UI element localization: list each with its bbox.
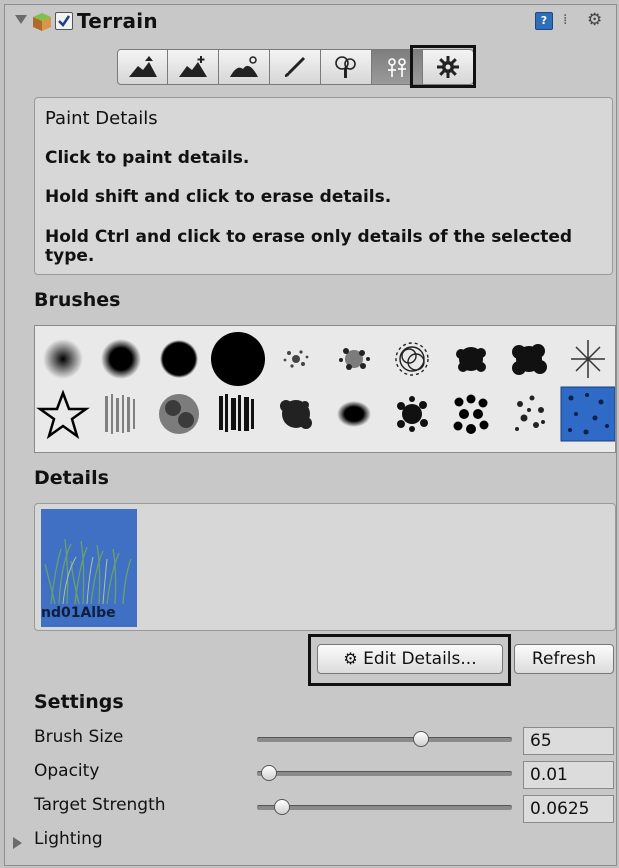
help-box: Paint Details Click to paint details. Ho… — [34, 97, 613, 275]
brush-scatter[interactable] — [515, 395, 545, 432]
brush-spatter-dense[interactable] — [339, 348, 370, 370]
brushes-label: Brushes — [34, 289, 121, 311]
refresh-button[interactable]: Refresh — [514, 644, 614, 674]
brush-noise[interactable] — [159, 394, 199, 434]
brush-streaks-dark[interactable] — [219, 394, 254, 432]
brush-dots[interactable] — [453, 394, 489, 435]
brush-leafy[interactable] — [456, 347, 486, 372]
details-list: nd01Albe — [34, 503, 616, 631]
target-strength-field[interactable]: 0.0625 — [523, 795, 614, 823]
brush-size-field[interactable]: 65 — [523, 727, 614, 755]
flower-icon — [388, 58, 406, 77]
target-strength-slider[interactable] — [257, 799, 512, 815]
help-line: Hold Ctrl and click to erase only detail… — [45, 227, 573, 266]
brush-size-slider-thumb[interactable] — [413, 731, 430, 747]
mountain-up-icon — [128, 56, 157, 77]
brush-blot[interactable] — [280, 400, 312, 429]
brush-soft-small[interactable] — [43, 339, 83, 379]
details-label: Details — [34, 467, 109, 489]
brush-star-outline[interactable] — [36, 389, 90, 440]
detail-item-label: nd01Albe — [41, 605, 116, 621]
tree-icon — [335, 56, 356, 78]
brush-streaks-light[interactable] — [105, 394, 135, 434]
brush-smudge[interactable] — [337, 401, 371, 427]
foldout-arrow-icon[interactable] — [15, 15, 27, 24]
edit-details-highlight — [308, 634, 511, 686]
brush-splat[interactable] — [397, 396, 428, 432]
help-line: Click to paint details. — [45, 148, 250, 168]
brush-soft-medium[interactable] — [101, 339, 141, 379]
help-title: Paint Details — [45, 108, 158, 129]
brush-star-burst[interactable] — [571, 340, 605, 378]
gear-icon[interactable]: ⚙ — [587, 10, 602, 30]
brush-hard-medium[interactable] — [160, 340, 198, 378]
active-tool-highlight — [410, 45, 476, 88]
brushes-grid — [34, 325, 616, 453]
mountain-smooth-icon — [230, 56, 258, 77]
tool-place-trees[interactable] — [321, 49, 372, 85]
brush-spatter-light[interactable] — [283, 350, 309, 368]
brush-size-slider[interactable] — [257, 731, 512, 747]
terrain-inspector: Terrain ? ⁞ ⚙ Paint Details Click to pai… — [4, 4, 617, 866]
enable-checkbox[interactable] — [55, 12, 73, 30]
component-header: Terrain ? ⁞ ⚙ — [5, 5, 616, 45]
brush-size-label: Brush Size — [34, 727, 124, 747]
layout-icon[interactable]: ⁞ — [563, 12, 577, 28]
brush-hard-large[interactable] — [211, 332, 265, 386]
brush-scribble[interactable] — [395, 342, 429, 376]
tool-raise-lower[interactable] — [117, 49, 168, 85]
terrain-cube-icon — [31, 11, 53, 33]
help-icon[interactable]: ? — [535, 12, 553, 30]
mountain-plus-icon — [179, 56, 207, 77]
component-title: Terrain — [77, 9, 158, 33]
help-line: Hold shift and click to erase details. — [45, 187, 392, 207]
opacity-field[interactable]: 0.01 — [523, 761, 614, 789]
brush-cloud[interactable] — [512, 344, 547, 375]
opacity-slider[interactable] — [257, 765, 512, 781]
tool-paint-height[interactable] — [168, 49, 219, 85]
lighting-foldout[interactable]: Lighting — [34, 829, 103, 849]
grass-texture-thumbnail[interactable]: nd01Albe — [41, 509, 137, 627]
paintbrush-icon — [284, 56, 306, 77]
settings-label: Settings — [34, 691, 124, 713]
target-strength-label: Target Strength — [34, 795, 166, 815]
tool-smooth-height[interactable] — [219, 49, 270, 85]
opacity-label: Opacity — [34, 761, 100, 781]
lighting-foldout-arrow-icon[interactable] — [13, 837, 22, 849]
tool-paint-texture[interactable] — [270, 49, 321, 85]
opacity-slider-thumb[interactable] — [261, 765, 278, 781]
target-strength-slider-thumb[interactable] — [273, 799, 290, 815]
